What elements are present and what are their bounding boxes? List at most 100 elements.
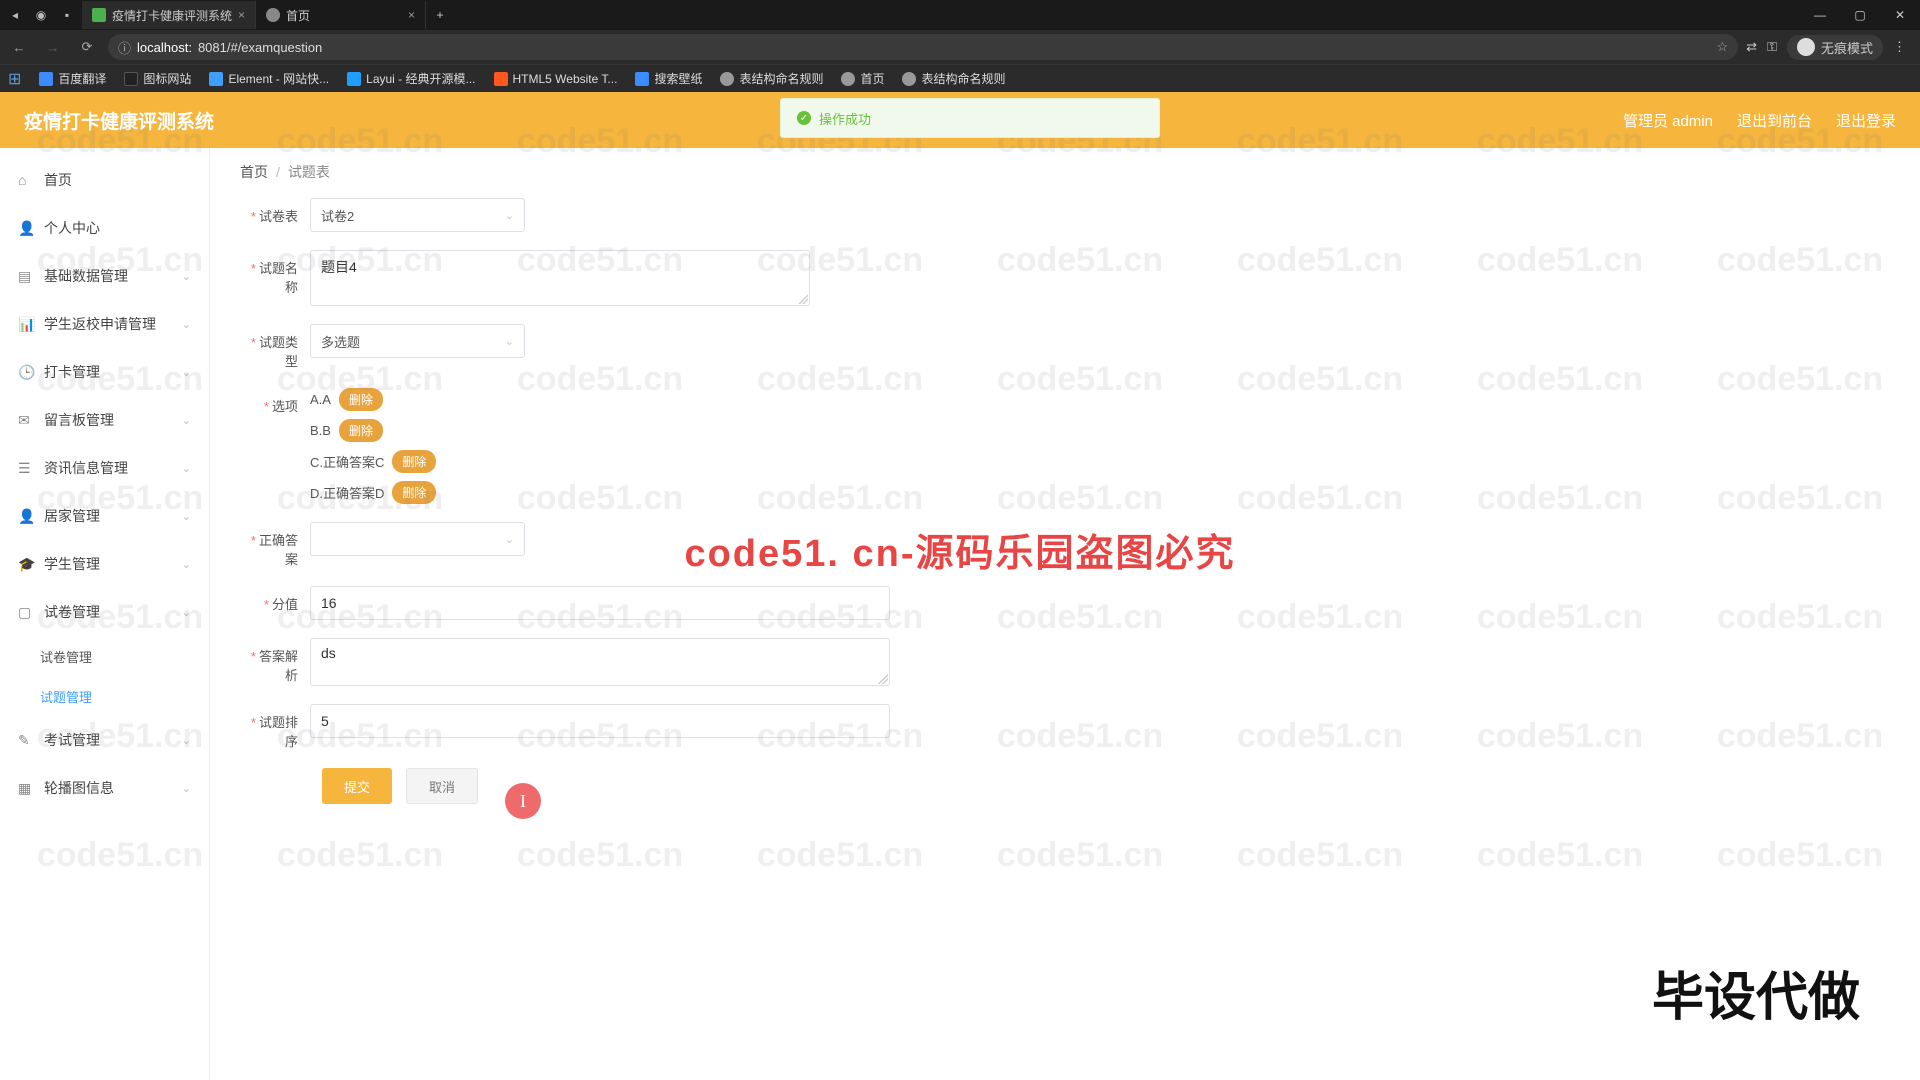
chevron-down-icon: ⌄ [182, 782, 191, 795]
select-correct[interactable]: ⌄ [310, 522, 525, 556]
resize-handle-icon[interactable] [878, 674, 888, 684]
new-tab-button[interactable]: + [426, 8, 454, 22]
back-button[interactable]: ← [6, 40, 32, 55]
sidebar: ⌂首页 👤个人中心 ▤基础数据管理⌄ 📊学生返校申请管理⌄ 🕒打卡管理⌄ ✉留言… [0, 148, 210, 1080]
select-qtype[interactable]: 多选题 ⌄ [310, 324, 525, 358]
input-value: ds [321, 645, 336, 661]
menu-student-return[interactable]: 📊学生返校申请管理⌄ [0, 300, 209, 348]
url-input[interactable]: ⓘ localhost:8081/#/examquestion ☆ [108, 34, 1738, 60]
sub-question-mgmt[interactable]: 试题管理 [40, 676, 209, 716]
tab-title-0: 疫情打卡健康评测系统 [112, 7, 232, 24]
bookmark-7[interactable]: 首页 [841, 70, 884, 87]
forward-button[interactable]: → [40, 40, 66, 55]
address-bar: ← → ⟳ ⓘ localhost:8081/#/examquestion ☆ … [0, 30, 1920, 64]
header-user[interactable]: 管理员 admin [1623, 110, 1713, 131]
chevron-down-icon: ⌄ [505, 209, 514, 222]
option-row-a: A.A删除 [310, 388, 436, 411]
tab-close-0[interactable]: × [238, 8, 245, 22]
window-min-icon[interactable]: — [1800, 8, 1840, 22]
menu-icon[interactable]: ⋮ [1893, 39, 1906, 55]
settings-toggle-icon[interactable]: ⇄ [1746, 39, 1757, 55]
resize-handle-icon[interactable] [798, 294, 808, 304]
tab-close-1[interactable]: × [408, 8, 415, 22]
bookmark-5[interactable]: 搜索壁纸 [635, 70, 702, 87]
bookmark-8[interactable]: 表结构命名规则 [902, 70, 1005, 87]
incognito-icon [1797, 38, 1815, 56]
menu-exam[interactable]: ▢试卷管理⌄ [0, 588, 209, 636]
label-options: 选项 [240, 388, 310, 415]
nav-back-icon[interactable]: ◂ [6, 8, 24, 22]
star-icon[interactable]: ☆ [1717, 39, 1729, 55]
input-order[interactable]: 5 [310, 704, 890, 738]
menu-home-mgmt[interactable]: 👤居家管理⌄ [0, 492, 209, 540]
bookmark-3[interactable]: Layui - 经典开源模... [347, 70, 475, 87]
window-close-icon[interactable]: ✕ [1880, 8, 1920, 22]
chevron-down-icon: ⌄ [182, 510, 191, 523]
sub-paper-mgmt[interactable]: 试卷管理 [40, 636, 209, 676]
input-value: 5 [321, 713, 329, 729]
cancel-button[interactable]: 取消 [406, 768, 478, 804]
page: 疫情打卡健康评测系统 管理员 admin 退出到前台 退出登录 ⌂首页 👤个人中… [0, 92, 1920, 1080]
menu-label: 基础数据管理 [44, 266, 128, 286]
menu-label: 试卷管理 [44, 602, 100, 622]
menu-label: 个人中心 [44, 218, 100, 238]
menu-carousel[interactable]: ▦轮播图信息⌄ [0, 764, 209, 812]
menu-label: 打卡管理 [44, 362, 100, 382]
menu-student[interactable]: 🎓学生管理⌄ [0, 540, 209, 588]
bookmark-6[interactable]: 表结构命名规则 [720, 70, 823, 87]
window-max-icon[interactable]: ▢ [1840, 8, 1880, 22]
chevron-down-icon: ⌄ [182, 414, 191, 427]
menu-basedata[interactable]: ▤基础数据管理⌄ [0, 252, 209, 300]
tab-title-1: 首页 [286, 7, 310, 24]
browser-tab-0[interactable]: 疫情打卡健康评测系统 × [82, 1, 256, 29]
menu-profile[interactable]: 👤个人中心 [0, 204, 209, 252]
delete-option-b[interactable]: 删除 [339, 419, 383, 442]
bookmark-4[interactable]: HTML5 Website T... [494, 72, 618, 86]
input-qname[interactable]: 题目4 [310, 250, 810, 306]
bookmark-1[interactable]: 图标网站 [124, 70, 191, 87]
menu-label: 轮播图信息 [44, 778, 114, 798]
site-info-icon[interactable]: ⓘ [118, 38, 131, 57]
label-paper: 试卷表 [240, 198, 310, 225]
delete-option-a[interactable]: 删除 [339, 388, 383, 411]
label-score: 分值 [240, 586, 310, 613]
bookmark-2[interactable]: Element - 网站快... [209, 70, 329, 87]
delete-option-d[interactable]: 删除 [392, 481, 436, 504]
menu-checkin[interactable]: 🕒打卡管理⌄ [0, 348, 209, 396]
menu-exam-mgmt[interactable]: ✎考试管理⌄ [0, 716, 209, 764]
option-text: D.正确答案D [310, 483, 384, 502]
apps-icon[interactable]: ⊞ [8, 69, 21, 89]
submit-button[interactable]: 提交 [322, 768, 392, 804]
chevron-down-icon: ⌄ [182, 462, 191, 475]
bookmarks-bar: ⊞ 百度翻译 图标网站 Element - 网站快... Layui - 经典开… [0, 64, 1920, 92]
bookmark-0[interactable]: 百度翻译 [39, 70, 106, 87]
header-logout-front[interactable]: 退出到前台 [1737, 110, 1812, 131]
browser-tab-1[interactable]: 首页 × [256, 1, 426, 29]
chevron-down-icon: ⌄ [182, 318, 191, 331]
list-icon: ☰ [18, 460, 34, 477]
grad-icon: 🎓 [18, 556, 34, 573]
edit-icon: ✎ [18, 732, 34, 749]
nav-globe-icon[interactable]: ◉ [32, 8, 50, 22]
crumb-current: 试题表 [288, 162, 330, 182]
key-icon[interactable]: ⚿ [1767, 39, 1777, 55]
input-analysis[interactable]: ds [310, 638, 890, 686]
delete-option-c[interactable]: 删除 [392, 450, 436, 473]
menu-news[interactable]: ☰资讯信息管理⌄ [0, 444, 209, 492]
toast-message: 操作成功 [819, 109, 871, 128]
tab-favicon-1 [266, 8, 280, 22]
reload-button[interactable]: ⟳ [74, 39, 100, 55]
bookmark-label: Layui - 经典开源模... [366, 70, 475, 87]
menu-home[interactable]: ⌂首页 [0, 156, 209, 204]
crumb-home[interactable]: 首页 [240, 162, 268, 182]
menu-label: 首页 [44, 170, 72, 190]
check-icon: ✓ [797, 111, 811, 125]
menu-message[interactable]: ✉留言板管理⌄ [0, 396, 209, 444]
header-logout[interactable]: 退出登录 [1836, 110, 1896, 131]
input-score[interactable]: 16 [310, 586, 890, 620]
nav-app-icon[interactable]: ▪ [58, 8, 76, 22]
select-paper[interactable]: 试卷2 ⌄ [310, 198, 525, 232]
select-value: 多选题 [321, 332, 360, 351]
incognito-badge[interactable]: 无痕模式 [1787, 35, 1883, 60]
bookmark-label: 搜索壁纸 [654, 70, 702, 87]
